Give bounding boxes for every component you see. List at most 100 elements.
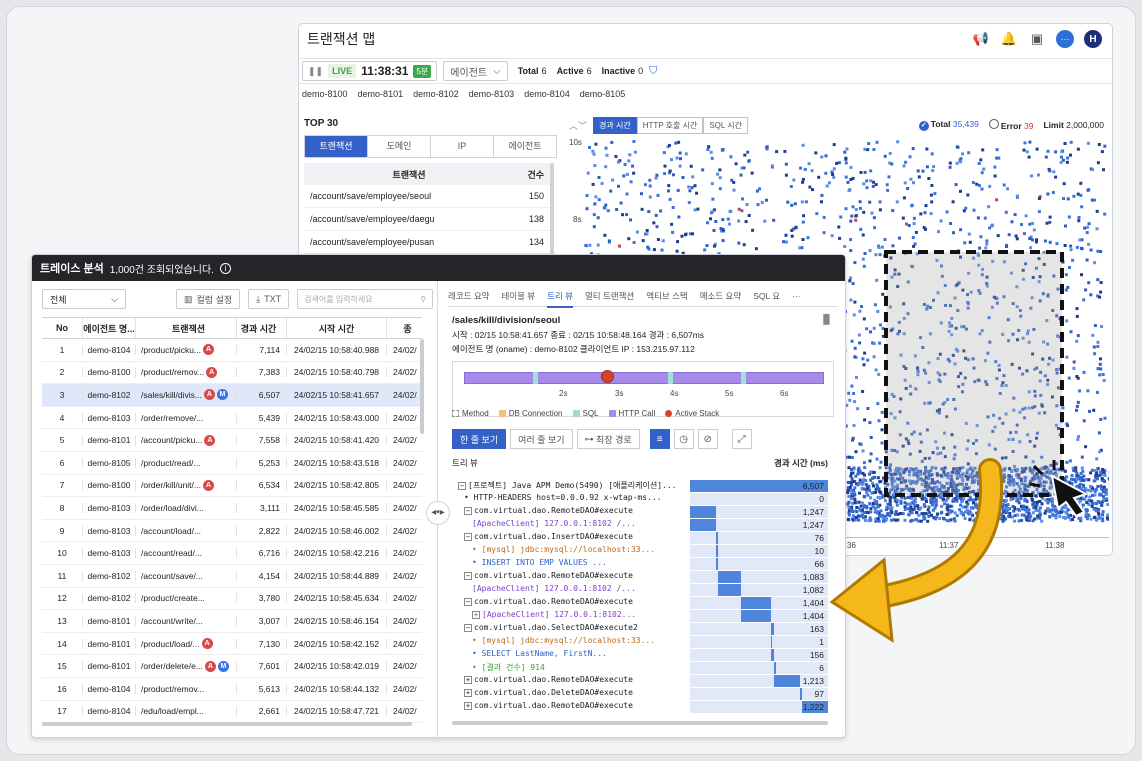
tree-node[interactable]: [ApacheClient] 127.0.0.1:8102 /... 1,082 [458,583,830,596]
transaction-cell[interactable]: /product/remov... A [135,366,236,378]
transaction-cell[interactable]: /product/read/... [135,457,236,468]
tree-node[interactable]: + com.virtual.dao.RemoteDAO#execute 1,213 [458,674,830,687]
table-row[interactable]: 1 demo-8104/product/picku... A 7,114 24/02/1… [42,339,422,362]
column-header[interactable]: 에이전트 명... [82,318,135,338]
transaction-cell[interactable]: /order/delete/e... A M [135,660,236,672]
transaction-cell[interactable]: /order/kill/unit/... A [135,479,236,491]
agent-item[interactable]: demo-8102 [413,89,459,99]
expand-icon[interactable]: ⤢ [731,429,752,449]
tree-node[interactable]: − com.virtual.dao.RemoteDAO#execute 1,083 [458,570,830,583]
expand-toggle-icon[interactable]: − [464,571,472,580]
agent-item[interactable]: demo-8104 [524,89,570,99]
chart-icon[interactable]: ▐▌ [820,314,833,324]
table-row[interactable]: 14 demo-8101/product/load/... A 7,130 24/02/… [42,633,422,656]
detail-tab-0[interactable]: 레코드 요약 [448,290,489,302]
expand-toggle-icon[interactable]: − [458,481,466,490]
table-row[interactable]: 4 demo-8103/order/remove/... 5,439 24/02/15… [42,407,422,430]
transaction-cell[interactable]: /account/save/... [135,570,236,581]
table-row[interactable]: 6 demo-8105/product/read/... 5,253 24/02/15… [42,452,422,475]
search-input[interactable]: 검색어를 입력하세요 ⚲ [297,289,434,309]
info-icon[interactable]: i [219,262,231,274]
column-header[interactable]: 시작 시간 [286,318,386,338]
scrollbar[interactable] [550,163,554,258]
tree-node[interactable]: − com.virtual.dao.SelectDAO#execute2 163 [458,622,830,635]
column-header[interactable]: No [42,318,82,338]
transaction-cell[interactable]: /sales/kill/divis... A M [135,389,236,401]
shield-icon[interactable]: ⛉ [649,65,657,78]
expand-toggle-icon[interactable]: − [464,623,472,632]
tree-node[interactable]: • [mysql] jdbc:mysql://localhost:33... 1 [458,635,830,648]
agent-select[interactable]: 에이전트 ⌵ [443,61,508,81]
detail-tab-1[interactable]: 테이블 뷰 [501,290,535,302]
active-stack-marker[interactable] [601,370,614,383]
agent-item[interactable]: demo-8105 [580,89,626,99]
pause-icon[interactable]: ❚❚ [308,66,323,77]
table-row[interactable]: 17 demo-8104/edu/load/empl... 2,661 24/02/1… [42,701,422,724]
tree-node[interactable]: − com.virtual.dao.InsertDAO#execute 76 [458,531,830,544]
filter-select[interactable]: 전체 ⌵ [42,289,126,309]
transaction-cell[interactable]: /account/write/... [135,615,236,626]
tab-3[interactable]: 에이전트 [494,136,556,157]
column-setting-button[interactable]: ▥ 컬럼 설정 [176,289,241,309]
column-header[interactable]: 트랜잭션 [135,318,236,338]
tree-node[interactable]: − [프로젝트] Java APM Demo(5490) [애플리케이션]... 6… [458,479,830,492]
expand-toggle-icon[interactable]: − [464,532,472,541]
column-header[interactable]: 경과 시간 [236,318,286,338]
sort-icon[interactable]: ≡ [649,429,670,449]
agent-item[interactable]: demo-8103 [469,89,515,99]
avatar[interactable]: H [1084,30,1102,48]
search-icon[interactable]: ⚲ [420,295,426,304]
expand-toggle-icon[interactable]: − [464,597,472,606]
minute-badge[interactable]: 5분 [413,64,432,78]
table-row[interactable]: 9 demo-8103/account/load/... 2,822 24/02/15… [42,520,422,543]
table-row[interactable]: 2 demo-8100/product/remov... A 7,383 24/02/1… [42,362,422,385]
hide-icon[interactable]: ⊘ [697,429,718,449]
table-row[interactable]: 3 demo-8102/sales/kill/divis... A M 6,507 24/… [42,384,422,407]
transaction-cell[interactable]: /product/picku... A [135,344,236,356]
chart-tab-0[interactable]: 경과 시간 [593,117,637,134]
detail-tab-7[interactable]: ··· [792,291,801,301]
table-row[interactable]: 5 demo-8101/account/picku... A 7,558 24/02/1… [42,429,422,452]
transaction-cell[interactable]: /order/load/divi... [135,502,236,513]
table-row[interactable]: /account/save/employee/seoul 150 [304,185,550,208]
tree-node[interactable]: • [결과 건수] 914 6 [458,661,830,674]
bell-icon[interactable]: 🔔 [1000,30,1018,48]
expand-toggle-icon[interactable]: + [464,688,472,697]
tree-node[interactable]: • SELECT LastName, FirstN... 156 [458,648,830,661]
tree-node[interactable]: + com.virtual.dao.RemoteDAO#execute 1,222 [458,700,830,713]
tree-node[interactable]: [ApacheClient] 127.0.0.1:8102 /... 1,247 [458,518,830,531]
transaction-cell[interactable]: /edu/load/empl... [135,706,236,717]
clock-icon[interactable]: ◷ [673,429,694,449]
column-header[interactable]: 종 [386,318,422,338]
table-row[interactable]: 11 demo-8102/account/save/... 4,154 24/02/1… [42,565,422,588]
tab-1[interactable]: 도메인 [368,136,431,157]
transaction-cell[interactable]: /account/picku... A [135,434,236,446]
horizontal-scrollbar[interactable] [452,721,828,725]
horizontal-scrollbar[interactable] [42,722,412,726]
txt-download-button[interactable]: ⤓ TXT [248,289,290,309]
table-row[interactable]: 15 demo-8101/order/delete/e... A M 7,601 24/0… [42,655,422,678]
table-row[interactable]: 16 demo-8104/product/remov... 5,613 24/02/1… [42,678,422,701]
expand-toggle-icon[interactable]: + [472,610,480,619]
transaction-cell[interactable]: /product/create... [135,593,236,604]
tree-node[interactable]: − com.virtual.dao.RemoteDAO#execute 1,404 [458,596,830,609]
agent-item[interactable]: demo-8100 [302,89,348,99]
transaction-cell[interactable]: /product/remov... [135,683,236,694]
agent-item[interactable]: demo-8101 [358,89,404,99]
detail-tab-4[interactable]: 액티브 스택 [646,290,687,302]
transaction-cell[interactable]: /product/load/... A [135,638,236,650]
detail-tab-5[interactable]: 메소드 요약 [700,290,741,302]
tab-2[interactable]: IP [431,136,494,157]
vertical-scrollbar[interactable] [420,339,424,434]
live-control[interactable]: ❚❚ LIVE 11:38:31 5분 [302,61,438,81]
tree-node[interactable]: + [ApacheClient] 127.0.0.1:8102... 1,404 [458,609,830,622]
table-row[interactable]: /account/save/employee/pusan 134 [304,231,550,254]
tree-node[interactable]: • INSERT INTO EMP VALUES ... 66 [458,557,830,570]
table-row[interactable]: 10 demo-8103/account/read/... 6,716 24/02/1… [42,542,422,565]
chart-tab-1[interactable]: HTTP 호출 시간 [636,117,704,134]
tree-node[interactable]: • HTTP-HEADERS host=0.0.0.92 x-wtap-ms..… [458,492,830,505]
tree-node[interactable]: + com.virtual.dao.DeleteDAO#execute 97 [458,687,830,700]
calendar-icon[interactable]: ▣ [1028,30,1046,48]
detail-tab-3[interactable]: 멀티 트랜잭션 [585,290,634,302]
expand-toggle-icon[interactable]: − [464,506,472,515]
